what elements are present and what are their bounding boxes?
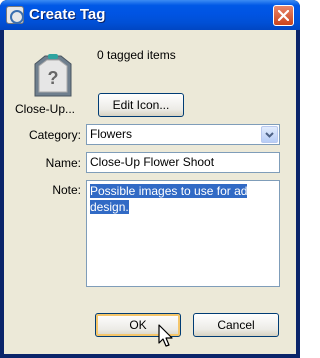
category-select[interactable]: Flowers — [86, 124, 280, 145]
tag-icon: ? — [32, 54, 74, 98]
chevron-down-icon — [265, 132, 274, 138]
svg-text:?: ? — [48, 68, 59, 88]
app-icon — [6, 6, 24, 24]
close-button[interactable] — [273, 5, 294, 26]
category-label: Category: — [28, 128, 81, 142]
dialog-body: ? Close-Up... 0 tagged items Edit Icon..… — [4, 30, 296, 354]
note-text: Possible images to use for ad design. — [90, 184, 248, 214]
note-textarea[interactable]: Possible images to use for ad design. — [86, 180, 280, 287]
title-bar[interactable]: Create Tag — [0, 0, 300, 30]
name-label: Name: — [45, 156, 81, 170]
name-input[interactable]: Close-Up Flower Shoot — [86, 152, 280, 173]
dropdown-button[interactable] — [261, 126, 278, 143]
tagged-items-count: 0 tagged items — [97, 48, 176, 62]
edit-icon-button[interactable]: Edit Icon... — [98, 93, 184, 117]
create-tag-dialog: Create Tag ? Close-Up... 0 tagged items … — [0, 0, 300, 358]
tag-name-label: Close-Up... — [15, 102, 76, 116]
mouse-cursor-icon — [158, 324, 174, 351]
note-label: Note: — [52, 183, 81, 197]
cancel-button[interactable]: Cancel — [193, 313, 279, 337]
category-value: Flowers — [90, 127, 133, 141]
window-title: Create Tag — [29, 6, 106, 23]
close-icon — [278, 10, 289, 21]
